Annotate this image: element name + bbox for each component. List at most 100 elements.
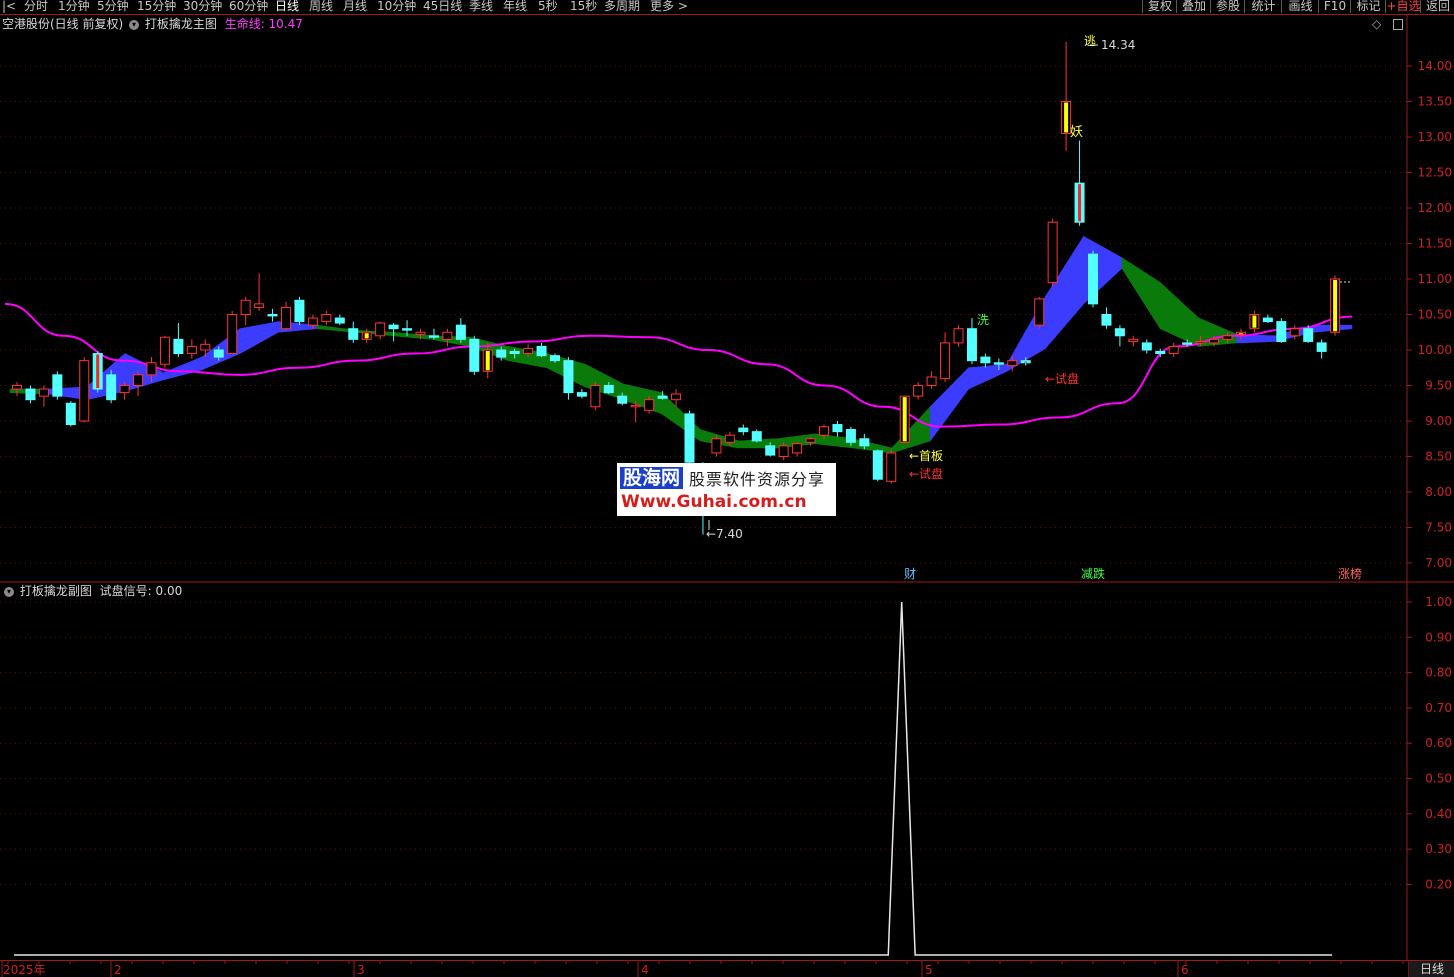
sub-tick-label: 1.00 [1425, 595, 1452, 609]
demon-signal-label: 妖 [1070, 125, 1083, 140]
price-tick-label: 7.00 [1425, 556, 1452, 570]
trend-band-segment [124, 353, 164, 392]
date-tick-label: 6 [1181, 963, 1189, 977]
candle-body-up [1289, 328, 1300, 337]
date-tick-label: 2025年 [3, 963, 46, 977]
candle-body-up [133, 374, 144, 387]
candle-body-down [603, 385, 614, 394]
sub-tick-label: 0.70 [1425, 701, 1452, 715]
date-axis: 2025年 2 3 4 5 6 [1, 961, 1404, 977]
trial-signal-label-1: ←试盘 [909, 466, 943, 481]
candle-body-up [913, 385, 924, 397]
candle-body-up [186, 345, 197, 355]
candle-body-down [213, 349, 224, 358]
trial-signal-label-2: ←试盘 [1045, 371, 1079, 386]
signal-candle-marker [902, 397, 907, 442]
price-tick-label: 9.50 [1425, 379, 1452, 393]
candle-body-down [106, 374, 117, 401]
wash-signal-label: 洗 [977, 313, 989, 327]
candle-body-up [1209, 338, 1220, 344]
trend-band-segment [891, 406, 931, 454]
candle-body-down [536, 345, 547, 357]
candle-body-up [321, 314, 332, 323]
candle-body-down [738, 427, 749, 433]
price-tick-label: 9.00 [1425, 414, 1452, 428]
first-board-label: ←首板 [909, 449, 943, 463]
candle-body-down [617, 395, 628, 404]
candle-body-down [1316, 342, 1327, 352]
candle-body-down [496, 349, 507, 358]
candle-body-down [657, 395, 668, 399]
candle-body-up [254, 303, 265, 308]
candle-body-down [1262, 317, 1273, 323]
candle-body-up [792, 443, 803, 454]
candle-body-down [1141, 342, 1152, 351]
candle-body-down [65, 402, 76, 426]
trend-band-segment [1159, 281, 1199, 347]
price-tick-label: 11.00 [1418, 272, 1452, 286]
candle-body-up [307, 317, 318, 326]
candle-body-down [294, 299, 305, 323]
candle-body-up [1007, 360, 1018, 367]
candle-body-up [778, 445, 789, 458]
signal-candle-marker [1252, 315, 1257, 328]
candle-body-up [630, 404, 641, 408]
date-tick-label: 2 [114, 963, 122, 977]
candle-body-down [469, 338, 480, 372]
trial-signal-line [14, 601, 1333, 956]
candle-body-down [1114, 328, 1125, 337]
candle-body-up [671, 393, 682, 401]
watermark-logo: 股海网 [620, 467, 684, 489]
candle-body-up [1034, 298, 1045, 326]
candle-body-down [832, 424, 843, 433]
sub-axis: 1.00 0.90 0.80 0.70 0.60 0.50 0.40 0.30 0.20 [1407, 595, 1452, 891]
candle-body-up [644, 399, 655, 411]
candle-body-up [415, 331, 426, 335]
trend-band-segment [393, 331, 433, 340]
price-tick-label: 8.00 [1425, 485, 1452, 499]
price-tick-label: 12.50 [1418, 166, 1452, 180]
limit-list-badge: 涨榜 [1338, 566, 1362, 581]
price-tick-label: 13.50 [1418, 95, 1452, 109]
candle-body-down [388, 324, 399, 330]
candle-body-up [1047, 221, 1058, 284]
bottom-period-tab[interactable]: 日线 [1408, 961, 1454, 977]
candle-body-up [442, 331, 453, 340]
candle-body-down [1276, 321, 1287, 342]
candle-body-up [940, 342, 951, 379]
high-price-label: 14.34 [1101, 38, 1135, 52]
watermark-tagline: 股票软件资源分享 [689, 470, 826, 489]
candle-body-up [724, 434, 735, 443]
candle-body-down [550, 355, 560, 362]
candle-body-up [886, 452, 897, 482]
candle-body-down [455, 324, 466, 340]
trend-band-segment [1121, 257, 1161, 330]
candle-body-up [200, 343, 211, 351]
candle-body-up [375, 322, 386, 337]
signal-candle-marker [1238, 333, 1243, 335]
trend-band-segment [239, 321, 279, 355]
candle-body-up [1168, 345, 1179, 355]
sub-tick-label: 0.40 [1425, 807, 1452, 821]
price-tick-label: 13.00 [1418, 130, 1452, 144]
price-tick-label: 8.50 [1425, 450, 1452, 464]
date-tick-label: 3 [357, 963, 365, 977]
candle-body-down [845, 429, 856, 443]
candle-body-down [684, 413, 695, 463]
candle-body-up [146, 362, 157, 376]
signal-layer [14, 601, 1333, 956]
signal-candle-marker [485, 351, 490, 371]
candle-body-down [576, 392, 587, 397]
signal-candle-marker [1078, 184, 1082, 222]
watermark-url: Www.Guhai.com.cn [621, 492, 807, 512]
candle-body-down [980, 356, 991, 364]
candle-body-down [859, 438, 870, 447]
escape-signal-label: 逃 [1084, 34, 1096, 48]
candle-body-down [1182, 342, 1193, 345]
candle-body-up [159, 336, 170, 365]
candle-body-down [52, 374, 63, 397]
candle-body-up [523, 348, 534, 355]
signal-candle-marker [1333, 280, 1338, 332]
price-tick-label: 14.00 [1418, 59, 1452, 73]
price-tick-label: 7.50 [1425, 521, 1452, 535]
